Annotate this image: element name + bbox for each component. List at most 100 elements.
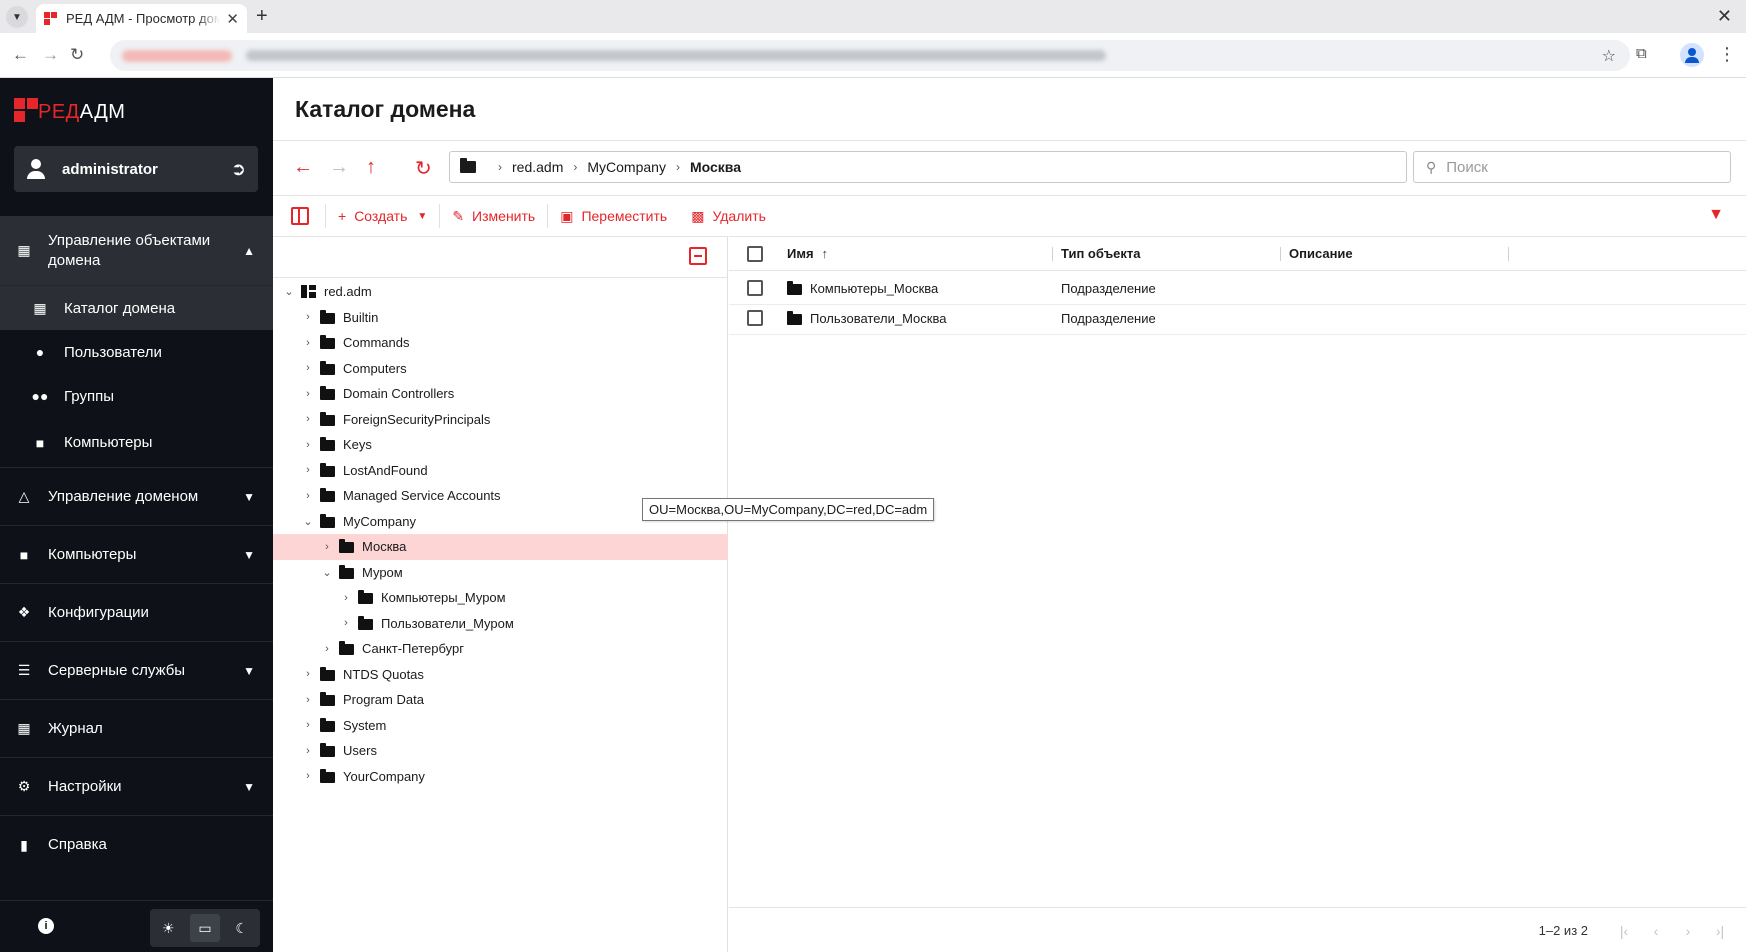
tree-node[interactable]: › Users [273, 738, 728, 764]
chevron-right-icon[interactable]: › [302, 464, 314, 476]
dark-theme-icon[interactable]: ☾ [227, 914, 257, 942]
tree-node[interactable]: › Пользователи_Муром [273, 611, 728, 637]
security-warning-chip[interactable] [122, 49, 232, 62]
select-all-checkbox[interactable] [747, 245, 763, 262]
light-theme-icon[interactable]: ☀ [153, 914, 183, 942]
chevron-right-icon[interactable]: › [302, 388, 314, 400]
last-page-icon[interactable]: ›| [1704, 923, 1736, 939]
sidebar-item-domain-management[interactable]: △ Управление доменом ▼ [0, 468, 273, 526]
column-name[interactable]: Имя ↑ [781, 237, 1053, 270]
chevron-down-icon[interactable]: ▼ [243, 780, 255, 794]
delete-button[interactable]: ▩ Удалить [679, 201, 778, 231]
search-field[interactable]: ⚲ [1413, 151, 1731, 183]
tree-node[interactable]: › Domain Controllers [273, 381, 728, 407]
move-button[interactable]: ▣ Переместить [548, 201, 679, 231]
chevron-right-icon[interactable]: › [302, 694, 314, 706]
row-checkbox[interactable] [747, 280, 763, 296]
create-button[interactable]: + Создать ▼ [326, 201, 439, 231]
filter-icon[interactable]: ▼ [1708, 206, 1724, 224]
chevron-right-icon[interactable]: › [302, 311, 314, 323]
up-arrow-icon[interactable]: ↑ [366, 156, 376, 179]
chevron-right-icon[interactable]: › [302, 770, 314, 782]
tree-node[interactable]: › System [273, 713, 728, 739]
chevron-down-icon[interactable]: ▼ [243, 548, 255, 562]
chevron-right-icon[interactable]: › [321, 643, 333, 655]
tree-node[interactable]: › Keys [273, 432, 728, 458]
next-page-icon[interactable]: › [1672, 923, 1704, 939]
chevron-down-icon[interactable]: ▼ [243, 664, 255, 678]
forward-icon[interactable]: → [42, 45, 59, 65]
sidebar-item-configurations[interactable]: ❖ Конфигурации [0, 584, 273, 642]
chevron-right-icon[interactable]: › [321, 541, 333, 553]
prev-page-icon[interactable]: ‹ [1640, 923, 1672, 939]
tree-node[interactable]: › LostAndFound [273, 458, 728, 484]
close-window-button[interactable]: ✕ [1717, 6, 1732, 27]
browser-menu-icon[interactable]: ⋮ [1718, 44, 1736, 65]
address-bar[interactable]: ☆ [110, 40, 1630, 71]
chevron-right-icon[interactable]: › [302, 362, 314, 374]
sort-ascending-icon[interactable]: ↑ [822, 246, 829, 261]
table-row[interactable]: Пользователи_Москва Подразделение [729, 302, 1746, 335]
table-row[interactable]: Компьютеры_Москва Подразделение [729, 272, 1746, 305]
chevron-right-icon[interactable]: › [302, 745, 314, 757]
tree-node[interactable]: › Computers [273, 356, 728, 382]
tree-node[interactable]: › Program Data [273, 687, 728, 713]
collapse-all-icon[interactable] [689, 247, 707, 265]
sidebar-item-users[interactable]: ● Пользователи [0, 330, 273, 374]
close-tab-icon[interactable]: ✕ [226, 10, 239, 28]
chevron-right-icon[interactable]: › [340, 617, 352, 629]
tree-node[interactable]: › Builtin [273, 305, 728, 331]
back-arrow-icon[interactable]: ← [293, 156, 313, 179]
system-theme-icon[interactable]: ▭ [189, 914, 220, 942]
column-description[interactable]: Описание [1281, 237, 1509, 270]
toggle-tree-button[interactable] [273, 201, 325, 231]
chevron-right-icon[interactable]: › [302, 439, 314, 451]
tree-node-root[interactable]: ⌄ red.adm [273, 279, 728, 305]
sidebar-item-computers[interactable]: ■ Компьютеры ▼ [0, 526, 273, 584]
sidebar-item-help[interactable]: ▮ Справка [0, 816, 273, 874]
search-input[interactable] [1446, 158, 1707, 176]
sidebar-item-domain-catalog[interactable]: ▦ Каталог домена [0, 286, 273, 330]
refresh-icon[interactable]: ↻ [415, 156, 432, 181]
chevron-up-icon[interactable]: ▲ [243, 244, 255, 258]
sidebar-item-domain-objects[interactable]: ▦ Управление объектами домена ▲ [0, 216, 273, 286]
tab-search-button[interactable]: ▼ [6, 6, 28, 28]
sidebar-item-groups[interactable]: ●● Группы [0, 374, 273, 418]
back-icon[interactable]: ← [12, 45, 29, 65]
chevron-down-icon[interactable]: ⌄ [302, 515, 314, 528]
sidebar-item-journal[interactable]: ▦ Журнал [0, 700, 273, 758]
column-type[interactable]: Тип объекта [1053, 237, 1281, 270]
chevron-right-icon[interactable]: › [302, 413, 314, 425]
info-icon[interactable]: i [38, 918, 54, 934]
chevron-right-icon[interactable]: › [302, 337, 314, 349]
browser-tab[interactable]: РЕД АДМ - Просмотр домена ✕ [36, 4, 247, 33]
tree-node[interactable]: › ForeignSecurityPrincipals [273, 407, 728, 433]
chevron-right-icon[interactable]: › [302, 719, 314, 731]
chevron-down-icon[interactable]: ⌄ [283, 285, 295, 298]
tree-node[interactable]: › Москва [273, 534, 728, 560]
row-checkbox[interactable] [747, 310, 763, 326]
forward-arrow-icon[interactable]: → [329, 156, 349, 179]
profile-avatar-icon[interactable] [1680, 43, 1704, 67]
tree-node[interactable]: › NTDS Quotas [273, 662, 728, 688]
edit-button[interactable]: ✎ Изменить [440, 201, 547, 231]
breadcrumb-item[interactable]: red.adm [512, 159, 563, 175]
sidebar-item-computers-sub[interactable]: ■ Компьютеры [0, 418, 273, 468]
tree-node[interactable]: ⌄ Муром [273, 560, 728, 586]
extensions-icon[interactable]: ⧉ [1636, 45, 1647, 62]
chevron-down-icon[interactable]: ▼ [243, 490, 255, 504]
chevron-right-icon[interactable]: › [340, 592, 352, 604]
breadcrumb-current[interactable]: Москва [690, 159, 741, 175]
sidebar-item-server-services[interactable]: ☰ Серверные службы ▼ [0, 642, 273, 700]
tree-node[interactable]: › Commands [273, 330, 728, 356]
tree-node[interactable]: › Компьютеры_Муром [273, 585, 728, 611]
new-tab-button[interactable]: + [256, 6, 268, 26]
bookmark-star-icon[interactable]: ☆ [1602, 46, 1616, 66]
chevron-right-icon[interactable]: › [302, 490, 314, 502]
logout-icon[interactable]: ➲ [231, 159, 246, 180]
sidebar-item-settings[interactable]: ⚙ Настройки ▼ [0, 758, 273, 816]
tree-node[interactable]: › Санкт-Петербург [273, 636, 728, 662]
tree-node[interactable]: › YourCompany [273, 764, 728, 790]
chevron-right-icon[interactable]: › [302, 668, 314, 680]
breadcrumb-item[interactable]: MyCompany [587, 159, 666, 175]
